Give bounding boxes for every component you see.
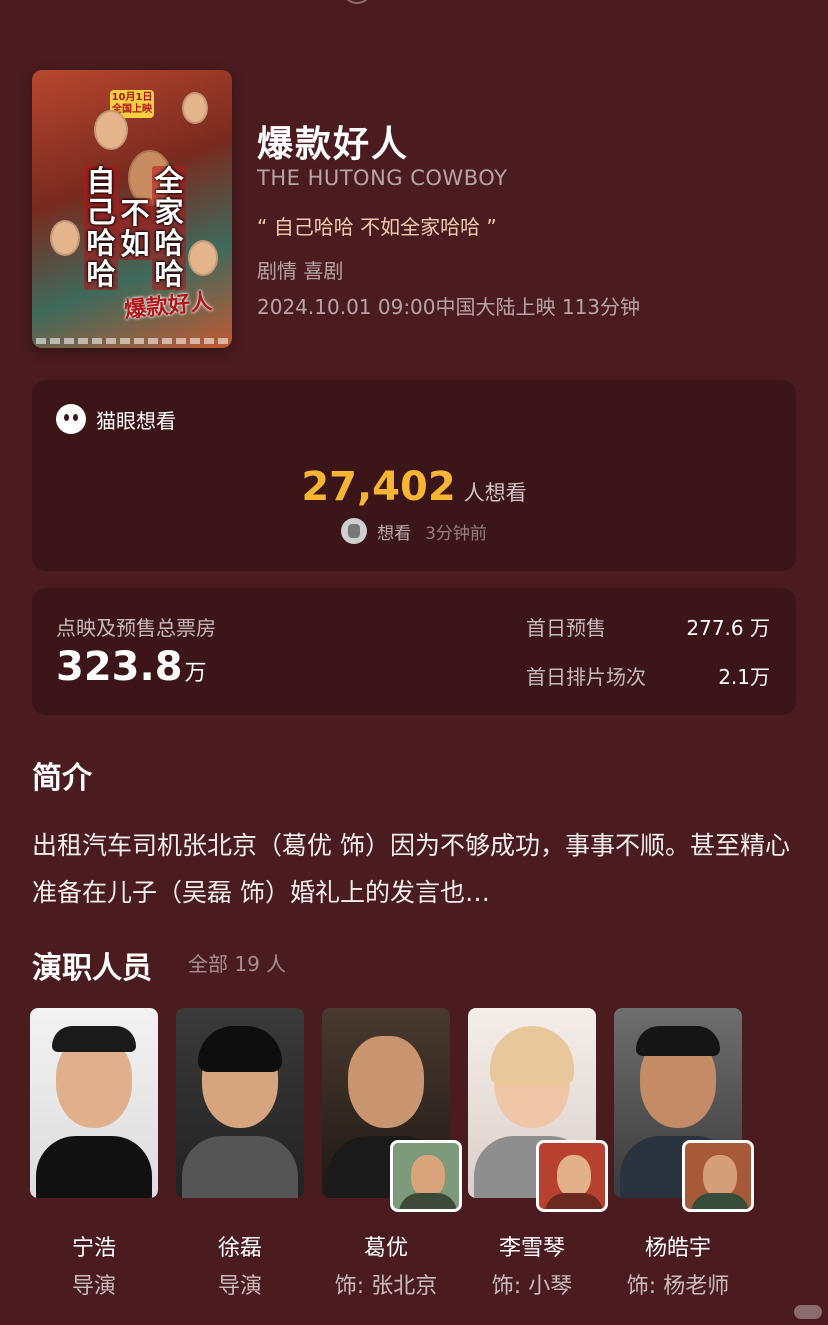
pull-handle[interactable] xyxy=(342,0,372,4)
cat-icon xyxy=(56,404,86,434)
movie-english-title: THE HUTONG COWBOY xyxy=(257,166,508,190)
first-day-shows: 首日排片场次 2.1万 xyxy=(526,661,770,690)
cast-name: 徐磊 xyxy=(217,1236,262,1261)
role-thumbnail xyxy=(682,1140,754,1212)
poster-figure xyxy=(188,240,218,276)
cast-name: 宁浩 xyxy=(71,1236,116,1261)
poster-credits xyxy=(36,338,228,344)
poster-text-right: 全家哈哈 xyxy=(152,166,186,290)
intro-title: 简介 xyxy=(32,761,92,796)
cast-name: 杨皓宇 xyxy=(644,1236,711,1261)
box-office-number: 323.8 xyxy=(56,644,183,690)
first-day-shows-value: 2.1万 xyxy=(718,665,770,689)
movie-release-info: 2024.10.01 09:00中国大陆上映 113分钟 xyxy=(257,295,641,319)
poster-figure xyxy=(50,220,80,256)
want-count-number: 27,402 xyxy=(301,464,456,510)
want-recent-time: 3分钟前 xyxy=(425,523,487,544)
watermark xyxy=(794,1305,822,1319)
poster-figure xyxy=(182,92,208,124)
avatar xyxy=(341,518,368,544)
cast-name: 李雪琴 xyxy=(498,1236,565,1261)
poster-text-mid: 不如 xyxy=(118,198,152,260)
poster-text-left: 自己哈哈 xyxy=(84,166,118,290)
cast-role: 饰: 张北京 xyxy=(334,1274,438,1299)
box-office-value: 323.8万 xyxy=(56,644,207,690)
cast-body xyxy=(182,1136,298,1198)
role-body xyxy=(691,1193,749,1209)
cast-title: 演职人员 xyxy=(32,951,152,986)
first-day-presale-value: 277.6 万 xyxy=(686,616,770,640)
cast-card[interactable] xyxy=(614,1008,754,1212)
role-face xyxy=(411,1155,445,1197)
cast-role: 饰: 杨老师 xyxy=(626,1274,730,1299)
role-body xyxy=(545,1193,603,1209)
role-thumbnail xyxy=(390,1140,462,1212)
role-body xyxy=(399,1193,457,1209)
cast-hair xyxy=(52,1026,136,1052)
want-to-watch-card[interactable]: 猫眼想看 27,402 人想看 想看 3分钟前 xyxy=(32,380,796,571)
cast-card[interactable] xyxy=(176,1008,304,1198)
cast-card[interactable] xyxy=(30,1008,158,1198)
movie-title: 爆款好人 xyxy=(257,124,410,165)
cast-hair xyxy=(198,1026,282,1072)
cast-hair xyxy=(490,1026,574,1086)
want-recent-activity: 想看 3分钟前 xyxy=(32,518,796,544)
box-office-card[interactable]: 点映及预售总票房 323.8万 首日预售 277.6 万 首日排片场次 2.1万 xyxy=(32,588,796,715)
cast-role: 导演 xyxy=(217,1274,262,1299)
role-face xyxy=(703,1155,737,1197)
first-day-presale-label: 首日预售 xyxy=(526,616,606,640)
cast-face xyxy=(348,1036,424,1128)
box-office-label: 点映及预售总票房 xyxy=(56,616,216,640)
role-face xyxy=(557,1155,591,1197)
role-thumbnail xyxy=(536,1140,608,1212)
intro-text[interactable]: 出租汽车司机张北京（葛优 饰）因为不够成功，事事不顺。甚至精心准备在儿子（吴磊 … xyxy=(32,822,792,916)
first-day-shows-label: 首日排片场次 xyxy=(526,665,646,689)
first-day-presale: 首日预售 277.6 万 xyxy=(526,612,770,641)
poster-figure xyxy=(94,110,128,150)
cast-photo xyxy=(30,1008,158,1198)
want-recent-label: 想看 xyxy=(377,523,412,544)
cast-role: 导演 xyxy=(71,1274,116,1299)
want-header: 猫眼想看 xyxy=(56,404,176,434)
cast-photo xyxy=(176,1008,304,1198)
cast-name: 葛优 xyxy=(363,1236,408,1261)
cast-role: 饰: 小琴 xyxy=(491,1274,573,1299)
cast-all-link[interactable]: 全部 19 人 xyxy=(188,948,286,977)
movie-poster[interactable]: 10月1日 全国上映 自己哈哈 不如 全家哈哈 爆款好人 xyxy=(32,70,232,348)
want-count: 27,402 人想看 xyxy=(32,464,796,510)
movie-genre: 剧情 喜剧 xyxy=(257,259,344,283)
movie-tagline: “ 自己哈哈 不如全家哈哈 ” xyxy=(257,215,497,239)
want-count-unit: 人想看 xyxy=(463,481,527,505)
box-office-unit: 万 xyxy=(184,661,207,686)
cast-card[interactable] xyxy=(468,1008,608,1212)
cast-card[interactable] xyxy=(322,1008,462,1212)
poster-logo: 爆款好人 xyxy=(123,289,214,324)
want-header-label: 猫眼想看 xyxy=(96,408,176,433)
cast-body xyxy=(36,1136,152,1198)
movie-detail-page: 10月1日 全国上映 自己哈哈 不如 全家哈哈 爆款好人 爆款好人 THE HU… xyxy=(0,0,828,1325)
cast-hair xyxy=(636,1026,720,1056)
